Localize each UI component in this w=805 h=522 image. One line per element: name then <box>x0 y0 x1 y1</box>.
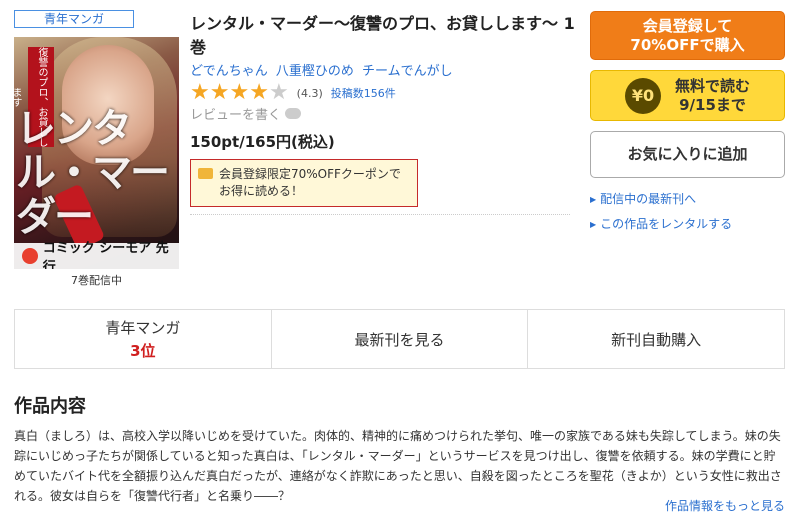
work-description: 真白（ましろ）は、高校入学以降いじめを受けていた。肉体的、精神的に痛めつけられた… <box>14 429 782 503</box>
tab-genre-label: 青年マンガ <box>105 319 181 337</box>
star-icon: ★ <box>229 80 250 105</box>
author-link[interactable]: 八重樫ひのめ <box>276 64 354 79</box>
tab-auto-purchase[interactable]: 新刊自動購入 <box>528 310 784 368</box>
more-info-link[interactable]: 作品情報をもっと見る <box>665 497 785 514</box>
divider <box>190 214 570 215</box>
star-icon: ★ <box>249 80 269 105</box>
coupon-text-line2: お得に読める！ <box>219 184 304 198</box>
star-icon: ★ <box>190 80 210 105</box>
cmoa-logo-icon <box>22 248 38 264</box>
book-title: レンタル・マーダー～復讐のプロ、お貸しします～ 1巻 <box>190 14 575 57</box>
write-review-link[interactable]: レビューを書く <box>190 104 302 123</box>
yen-zero-icon: ¥0 <box>624 77 661 114</box>
tab-auto-buy-label: 新刊自動購入 <box>611 330 702 349</box>
star-icon: ★ <box>209 80 230 105</box>
read-free-button[interactable]: ¥0 無料で読む 9/15まで <box>590 70 785 121</box>
review-count-link[interactable]: 投稿数156件 <box>331 85 396 101</box>
rating-stars: ★ ★ ★ ★ ★ <box>190 82 289 104</box>
register-button-line2: 70%OFFで購入 <box>630 36 745 54</box>
rating: ★ ★ ★ ★ ★ (4.3) 投稿数156件 <box>190 82 396 104</box>
speech-bubble-icon <box>285 108 302 119</box>
author-link[interactable]: チームでんがし <box>362 64 453 79</box>
cover-caption: 7巻配信中 <box>71 274 122 287</box>
author-list: どでんちゃん 八重樫ひのめ チームでんがし <box>190 60 457 79</box>
add-favorite-button[interactable]: お気に入りに追加 <box>590 131 785 178</box>
register-purchase-button[interactable]: 会員登録して 70%OFFで購入 <box>590 11 785 60</box>
read-free-line2: 9/15まで <box>679 95 746 114</box>
section-title: 作品内容 <box>14 396 86 417</box>
write-review-label: レビューを書く <box>190 108 282 123</box>
coupon-icon <box>198 168 213 179</box>
tab-genre-ranking[interactable]: 青年マンガ 3位 <box>15 310 272 368</box>
cover-title: レンタル・マーダー <box>16 106 170 240</box>
rent-work-link[interactable]: この作品をレンタルする <box>590 215 732 232</box>
star-empty-icon: ★ <box>268 80 289 105</box>
register-button-line1: 会員登録して <box>642 17 733 35</box>
tab-latest-label: 最新刊を見る <box>354 330 445 349</box>
coupon-banner[interactable]: 会員登録限定70%OFFクーポンで お得に読める！ <box>190 159 418 207</box>
genre-rank: 3位 <box>130 342 156 360</box>
book-cover[interactable]: 復讐のプロ、お貸しします レンタル・マーダー コミック シーモア 先行 <box>14 37 179 269</box>
cover-badge-label: コミック シーモア 先行 <box>42 241 169 269</box>
action-tabs: 青年マンガ 3位 最新刊を見る 新刊自動購入 <box>14 309 785 369</box>
genre-tag[interactable]: 青年マンガ <box>14 10 134 28</box>
read-free-line1: 無料で読む <box>674 76 750 95</box>
author-link[interactable]: どでんちゃん <box>190 64 268 79</box>
latest-volume-link[interactable]: 配信中の最新刊へ <box>590 190 696 207</box>
price: 150pt/165円(税込) <box>190 133 335 151</box>
coupon-text-line1: 会員登録限定70%OFFクーポンで <box>219 167 401 181</box>
cover-badge: コミック シーモア 先行 <box>14 241 179 269</box>
rating-score: (4.3) <box>296 86 323 100</box>
tab-latest-volume[interactable]: 最新刊を見る <box>272 310 529 368</box>
